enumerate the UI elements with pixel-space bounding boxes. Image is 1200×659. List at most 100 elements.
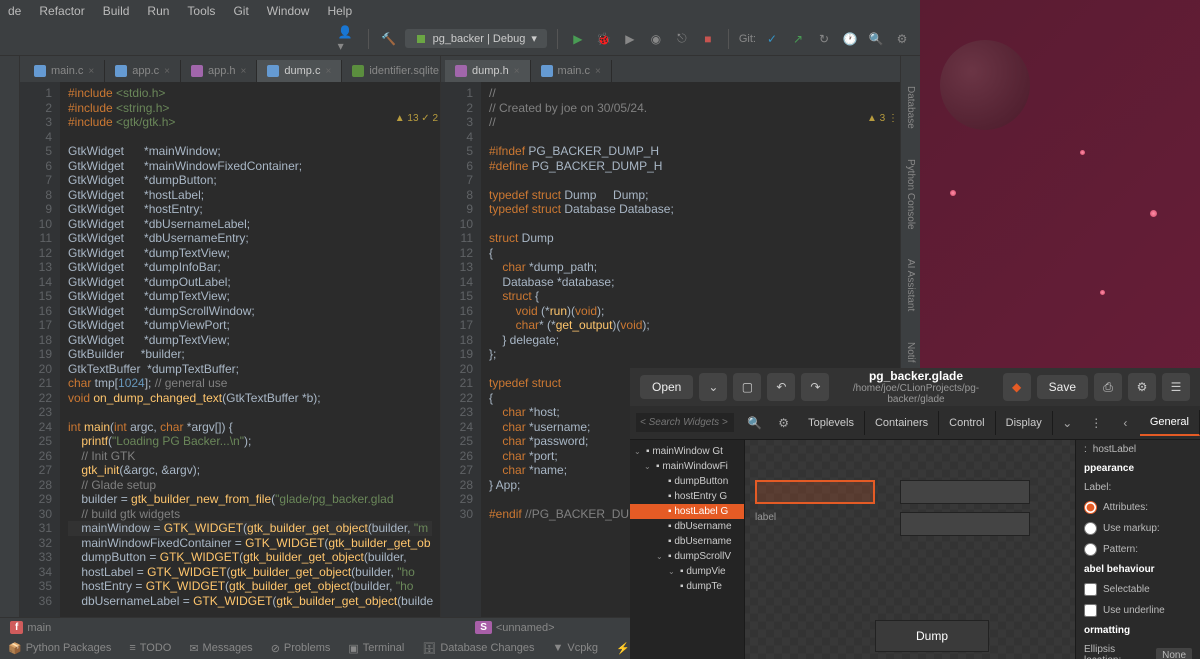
tree-node[interactable]: ▪ dbUsername (630, 534, 744, 549)
prop-underline[interactable]: Use underline (1076, 600, 1200, 621)
prop-label[interactable]: Label: (1076, 478, 1200, 497)
code-line[interactable]: hostEntry = GTK_WIDGET(gtk_builder_get_o… (68, 579, 432, 594)
tab-messages[interactable]: ✉ Messages (189, 642, 252, 655)
palette-control[interactable]: Control (939, 411, 995, 435)
profile-icon[interactable]: ◉ (646, 29, 666, 49)
code-line[interactable]: GtkBuilder *builder; (68, 347, 432, 362)
stop-icon[interactable]: ■ (698, 29, 718, 49)
recent-icon[interactable]: ⌄ (699, 373, 727, 401)
code-line[interactable]: #include <string.h> (68, 101, 432, 116)
save-button[interactable]: Save (1037, 375, 1088, 399)
canvas-entry[interactable] (900, 480, 1030, 504)
code-line[interactable]: void (*run)(void); (489, 304, 892, 319)
palette-toplevels[interactable]: Toplevels (798, 411, 865, 435)
code-line[interactable]: // build gtk widgets (68, 507, 432, 522)
code-line[interactable]: #ifndef PG_BACKER_DUMP_H (489, 144, 892, 159)
code-line[interactable]: GtkWidget *mainWindow; (68, 144, 432, 159)
prop-pattern[interactable]: Pattern: (1076, 539, 1200, 560)
code-line[interactable]: GtkWidget *dumpInfoBar; (68, 260, 432, 275)
new-icon[interactable]: ▢ (733, 373, 761, 401)
code-line[interactable]: GtkWidget *dumpButton; (68, 173, 432, 188)
tab-python-console[interactable]: Python Console (905, 159, 916, 230)
tab-python-packages[interactable]: 📦 Python Packages (8, 642, 111, 655)
git-push-icon[interactable]: ↻ (814, 29, 834, 49)
editor-tab[interactable]: main.c × (531, 60, 612, 82)
tree-node[interactable]: ▪ hostLabel G (630, 504, 744, 519)
save-as-icon[interactable]: ⎙ (1094, 373, 1122, 401)
code-line[interactable]: GtkWidget *dumpScrollWindow; (68, 304, 432, 319)
code-line[interactable]: GtkTextBuffer *dumpTextBuffer; (68, 362, 432, 377)
schema-badge[interactable]: S (475, 621, 492, 634)
code-line[interactable]: char* (*get_output)(void); (489, 318, 892, 333)
tab-ai-assistant[interactable]: AI Assistant (905, 259, 916, 311)
tree-node[interactable]: ▪ dumpButton (630, 474, 744, 489)
tree-node[interactable]: ⌄▪ mainWindow Gt (630, 444, 744, 459)
menu-item[interactable]: Tools (187, 4, 215, 18)
user-icon[interactable]: 👤▾ (338, 29, 358, 49)
editor-tab[interactable]: dump.h × (445, 60, 531, 82)
code-line[interactable]: GtkWidget *dumpOutLabel; (68, 275, 432, 290)
code-line[interactable] (489, 130, 892, 145)
code-line[interactable]: mainWindowFixedContainer = GTK_WIDGET(gt… (68, 536, 432, 551)
code-line[interactable]: dbUsernameLabel = GTK_WIDGET(gtk_builder… (68, 594, 432, 609)
git-branch[interactable]: main (27, 622, 51, 634)
tab-terminal[interactable]: ▣ Terminal (348, 642, 404, 655)
code-line[interactable]: GtkWidget *mainWindowFixedContainer; (68, 159, 432, 174)
code-line[interactable]: Database *database; (489, 275, 892, 290)
code-line[interactable]: GtkWidget *hostLabel; (68, 188, 432, 203)
code-line[interactable]: }; (489, 347, 892, 362)
menu-item[interactable]: Help (327, 4, 352, 18)
undo-icon[interactable]: ↶ (767, 373, 795, 401)
preferences-icon[interactable]: ⚙ (1128, 373, 1156, 401)
search-widgets-input[interactable] (636, 413, 734, 432)
editor-tab[interactable]: app.h × (181, 60, 257, 82)
open-button[interactable]: Open (640, 375, 693, 399)
git-update-icon[interactable]: ✓ (762, 29, 782, 49)
prop-ellipsis[interactable]: Ellipsis location:None (1076, 640, 1200, 659)
menu-item[interactable]: Build (103, 4, 130, 18)
run-config-selector[interactable]: pg_backer | Debug ▾ (405, 29, 547, 48)
search-icon[interactable]: 🔍 (740, 408, 769, 438)
inspection-badge[interactable]: ▲ 3 ⋮ (867, 113, 898, 124)
prop-use-markup[interactable]: Use markup: (1076, 518, 1200, 539)
code-line[interactable]: GtkWidget *hostEntry; (68, 202, 432, 217)
canvas-entry[interactable] (900, 512, 1030, 536)
tab-problems[interactable]: ⊘ Problems (271, 642, 331, 655)
menu-item[interactable]: de (8, 4, 21, 18)
search-icon[interactable]: 🔍 (866, 29, 886, 49)
code-line[interactable]: struct { (489, 289, 892, 304)
hammer-icon[interactable]: 🔨 (379, 29, 399, 49)
more-icon[interactable]: ⋮ (1082, 408, 1111, 438)
coverage-icon[interactable]: ▶ (620, 29, 640, 49)
prop-attributes[interactable]: Attributes: (1076, 497, 1200, 518)
props-tab-general[interactable]: General (1140, 410, 1200, 436)
editor-tab[interactable]: app.c × (105, 60, 181, 82)
code-line[interactable]: typedef struct Dump Dump; (489, 188, 892, 203)
code-line[interactable]: struct Dump (489, 231, 892, 246)
code-line[interactable]: #include <stdio.h> (68, 86, 432, 101)
code-line[interactable]: GtkWidget *dumpViewPort; (68, 318, 432, 333)
gear-icon[interactable]: ⚙ (769, 408, 798, 438)
code-line[interactable] (489, 173, 892, 188)
run-icon[interactable]: ▶ (568, 29, 588, 49)
code-line[interactable]: #define PG_BACKER_DUMP_H (489, 159, 892, 174)
code-line[interactable]: // Init GTK (68, 449, 432, 464)
inspection-badge[interactable]: ▲ 13 ✓ 2 (395, 113, 438, 124)
code-line[interactable]: // (489, 115, 892, 130)
tab-db-changes[interactable]: 🗄 Database Changes (422, 642, 534, 655)
code-line[interactable]: GtkWidget *dumpTextView; (68, 289, 432, 304)
tree-node[interactable]: ▪ hostEntry G (630, 489, 744, 504)
debug-icon[interactable]: 🐞 (594, 29, 614, 49)
palette-display[interactable]: Display (996, 411, 1053, 435)
tab-vcpkg[interactable]: ▼ Vcpkg (553, 642, 598, 654)
tree-node[interactable]: ▪ dumpTe (630, 579, 744, 594)
tree-node[interactable]: ⌄▪ mainWindowFi (630, 459, 744, 474)
tree-node[interactable]: ⌄▪ dumpScrollV (630, 549, 744, 564)
code-line[interactable]: printf("Loading PG Backer...\n"); (68, 434, 432, 449)
project-gutter[interactable] (0, 56, 20, 617)
code-line[interactable]: { (489, 246, 892, 261)
tab-database[interactable]: Database (905, 86, 916, 129)
menu-item[interactable]: Run (147, 4, 169, 18)
tab-todo[interactable]: ≡ TODO (129, 642, 171, 654)
prop-selectable[interactable]: Selectable (1076, 579, 1200, 600)
